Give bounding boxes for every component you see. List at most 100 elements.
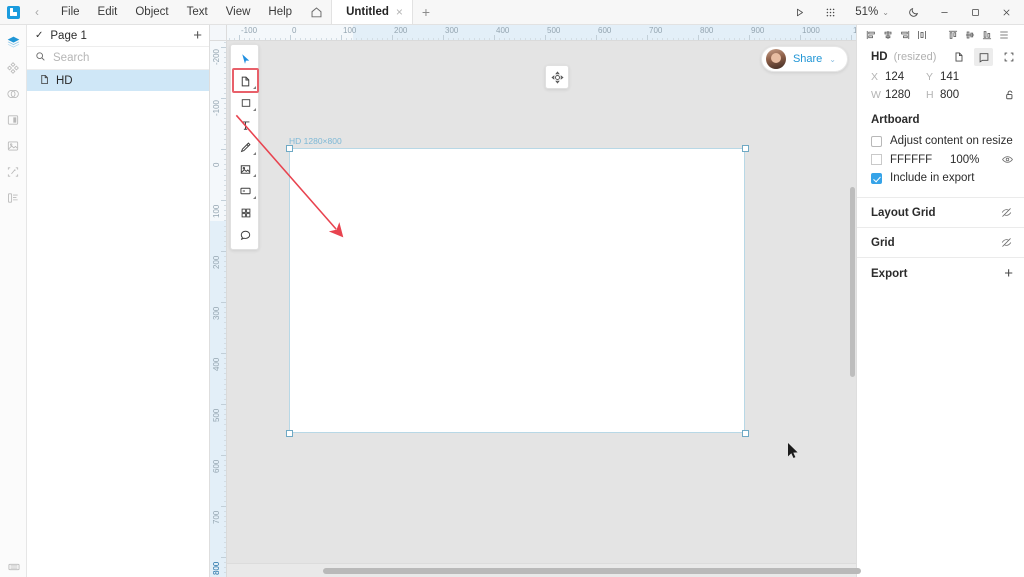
- layers-icon[interactable]: [0, 29, 27, 55]
- fill-row[interactable]: FFFFFF 100%: [857, 150, 1024, 169]
- menu-view[interactable]: View: [217, 0, 260, 25]
- distribute-vertical-icon[interactable]: [995, 27, 1012, 43]
- moon-icon[interactable]: [898, 0, 929, 25]
- menu-help[interactable]: Help: [259, 0, 301, 25]
- align-left-icon[interactable]: [862, 27, 879, 43]
- components-icon[interactable]: [0, 55, 27, 81]
- fill-hex-value[interactable]: FFFFFF: [890, 154, 942, 166]
- comment-tool[interactable]: [231, 224, 260, 246]
- rectangle-tool[interactable]: [231, 92, 260, 114]
- h-field[interactable]: H 800: [926, 89, 981, 101]
- layer-item-hd[interactable]: HD: [27, 70, 209, 91]
- horizontal-scrollbar[interactable]: [227, 563, 861, 577]
- artboard-type-icon[interactable]: [974, 48, 993, 66]
- resize-handle-bottom-left[interactable]: [285, 429, 293, 437]
- new-tab-button[interactable]: +: [413, 0, 439, 24]
- input-tool[interactable]: [231, 180, 260, 202]
- page-row[interactable]: ✓ Page 1 +: [27, 25, 209, 47]
- align-top-icon[interactable]: [944, 27, 961, 43]
- fit-to-screen-icon[interactable]: [999, 48, 1018, 66]
- x-field[interactable]: X 124: [871, 71, 926, 83]
- y-field[interactable]: Y 141: [926, 71, 981, 83]
- images-icon[interactable]: [0, 133, 27, 159]
- play-icon[interactable]: [784, 0, 815, 25]
- eye-off-icon[interactable]: [1000, 236, 1013, 249]
- y-value: 141: [940, 71, 960, 83]
- back-chevron-icon[interactable]: ‹: [26, 0, 48, 24]
- vertical-scroll-thumb[interactable]: [850, 187, 855, 377]
- share-label: Share: [792, 53, 823, 65]
- symbols-icon[interactable]: [0, 159, 27, 185]
- artboard-hd[interactable]: [289, 148, 745, 433]
- zoom-level-dropdown[interactable]: 51% ⌄: [846, 0, 898, 25]
- align-center-horizontal-icon[interactable]: [879, 27, 896, 43]
- close-icon[interactable]: ×: [396, 5, 403, 19]
- menu-edit[interactable]: Edit: [89, 0, 127, 25]
- resize-handle-bottom-right[interactable]: [741, 429, 749, 437]
- menu-text[interactable]: Text: [178, 0, 217, 25]
- document-tabs: Untitled × +: [331, 0, 439, 24]
- tab-untitled[interactable]: Untitled ×: [331, 0, 413, 24]
- adjust-content-checkbox[interactable]: [871, 135, 882, 147]
- add-page-button[interactable]: +: [193, 28, 202, 43]
- properties-panel: HD (resized) X 124 Y 141 W 1280 H 800 Ar…: [856, 25, 1024, 577]
- user-avatar[interactable]: [765, 49, 786, 69]
- artboard-preset-icon[interactable]: [949, 48, 968, 66]
- w-field[interactable]: W 1280: [871, 89, 926, 101]
- adjust-content-label: Adjust content on resize: [890, 135, 1013, 147]
- titlebar-spacer: [439, 0, 784, 24]
- fill-opacity-value[interactable]: 100%: [950, 154, 979, 166]
- styles-icon[interactable]: [0, 81, 27, 107]
- include-export-row[interactable]: Include in export: [857, 169, 1024, 187]
- templates-icon[interactable]: [0, 107, 27, 133]
- grid-apps-icon[interactable]: [815, 0, 846, 25]
- grid-section[interactable]: Grid: [857, 227, 1024, 257]
- artboard-name-label[interactable]: HD 1280×800: [289, 136, 342, 146]
- home-icon[interactable]: [301, 0, 331, 24]
- horizontal-ruler[interactable]: -200-10001002003004005006007008009001000…: [227, 25, 856, 41]
- artboard-tool[interactable]: [231, 70, 260, 92]
- add-export-button[interactable]: +: [1004, 266, 1013, 281]
- ruler-corner[interactable]: [210, 25, 227, 41]
- layout-grid-title: Layout Grid: [871, 206, 936, 219]
- search-icon: [35, 51, 46, 65]
- layout-grid-section[interactable]: Layout Grid: [857, 197, 1024, 227]
- text-tool[interactable]: [231, 114, 260, 136]
- design-canvas[interactable]: HD 1280×800 Share ⌄: [227, 41, 856, 577]
- move-tool[interactable]: [231, 48, 260, 70]
- resize-handle-top-right[interactable]: [741, 144, 749, 152]
- align-right-icon[interactable]: [896, 27, 913, 43]
- search-input[interactable]: [53, 52, 207, 64]
- eye-icon[interactable]: [1001, 153, 1014, 166]
- minimize-button[interactable]: [929, 0, 960, 25]
- close-button[interactable]: [991, 0, 1022, 25]
- object-name: HD: [871, 51, 888, 63]
- vertical-ruler[interactable]: -200-1000100200300400500600700800900800: [210, 41, 227, 577]
- menu-object[interactable]: Object: [126, 0, 177, 25]
- resize-handle-top-left[interactable]: [285, 144, 293, 152]
- vertical-scrollbar[interactable]: [850, 57, 856, 563]
- image-tool[interactable]: [231, 158, 260, 180]
- eye-off-icon[interactable]: [1000, 206, 1013, 219]
- grid-tool[interactable]: [231, 202, 260, 224]
- pen-tool[interactable]: [231, 136, 260, 158]
- align-bottom-icon[interactable]: [978, 27, 995, 43]
- include-export-label: Include in export: [890, 172, 975, 184]
- menu-file[interactable]: File: [52, 0, 89, 25]
- adjust-content-row[interactable]: Adjust content on resize: [857, 132, 1024, 150]
- share-button[interactable]: Share ⌄: [760, 46, 848, 72]
- workspace: ✓ Page 1 + Search HD -100 0 100 200 300 …: [0, 25, 1024, 577]
- distribute-horizontal-icon[interactable]: [913, 27, 930, 43]
- app-logo-icon[interactable]: [0, 0, 26, 24]
- status-bar-icon[interactable]: [0, 561, 27, 573]
- maximize-button[interactable]: [960, 0, 991, 25]
- lock-ratio-icon[interactable]: [1004, 89, 1016, 101]
- horizontal-scroll-thumb[interactable]: [323, 568, 861, 574]
- pan-handle-icon[interactable]: [545, 65, 569, 89]
- tool-rail: [0, 25, 27, 577]
- fill-swatch[interactable]: [871, 154, 882, 165]
- include-export-checkbox[interactable]: [871, 172, 882, 184]
- align-middle-vertical-icon[interactable]: [961, 27, 978, 43]
- export-section[interactable]: Export +: [857, 257, 1024, 289]
- properties-list-icon[interactable]: [0, 185, 27, 211]
